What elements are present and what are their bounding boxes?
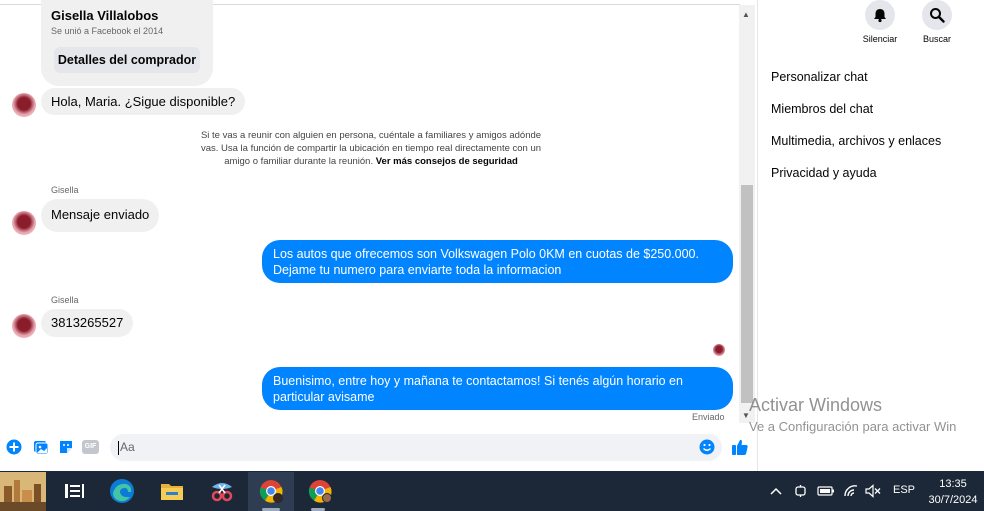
menu-customize-chat[interactable]: Personalizar chat xyxy=(771,70,868,84)
photo-icon[interactable] xyxy=(33,439,49,455)
chrome-profile-1-icon[interactable] xyxy=(257,477,285,505)
clock-date: 30/7/2024 xyxy=(928,494,978,506)
mute-label: Silenciar xyxy=(862,34,898,44)
battery-icon[interactable] xyxy=(817,485,835,497)
plus-circle-icon[interactable] xyxy=(6,439,22,455)
message-received: 3813265527 xyxy=(41,309,134,337)
message-received: Hola, Maria. ¿Sigue disponible? xyxy=(41,88,246,115)
thumbs-up-icon[interactable] xyxy=(731,438,749,456)
profile-joined: Se unió a Facebook el 2014 xyxy=(51,26,164,36)
message-input[interactable]: Aa xyxy=(110,434,722,461)
file-explorer-icon[interactable] xyxy=(158,477,186,505)
chat-scrollbar[interactable]: ▲ ▼ xyxy=(739,5,755,423)
message-sent: Buenisimo, entre hoy y mañana te contact… xyxy=(262,367,733,410)
windows-taskbar xyxy=(0,471,984,511)
menu-chat-members[interactable]: Miembros del chat xyxy=(771,102,873,116)
chat-thread: Gisella Villalobos Se unió a Facebook el… xyxy=(0,0,758,471)
edge-browser-icon[interactable] xyxy=(108,477,136,505)
avatar[interactable] xyxy=(12,211,36,235)
search-button[interactable] xyxy=(922,0,952,30)
scroll-up-arrow-icon[interactable]: ▲ xyxy=(742,10,750,19)
search-label: Buscar xyxy=(922,34,951,44)
bell-icon xyxy=(874,9,886,23)
search-icon xyxy=(930,8,945,23)
system-clock[interactable]: 13:35 30/7/2024 xyxy=(925,476,981,508)
safety-notice: Si te vas a reunir con alguien en person… xyxy=(192,129,550,168)
emoji-icon[interactable] xyxy=(699,439,715,455)
seen-avatar xyxy=(713,344,725,356)
safety-tips-link[interactable]: Ver más consejos de seguridad xyxy=(376,156,518,167)
sender-name: Gisella xyxy=(51,185,79,195)
snipping-tool-icon[interactable] xyxy=(208,477,236,505)
clock-time: 13:35 xyxy=(939,478,967,490)
desktop-thumbnail-icon[interactable] xyxy=(0,472,46,511)
avatar[interactable] xyxy=(12,314,36,338)
activation-watermark-subtitle: Ve a Configuración para activar Win xyxy=(749,419,957,434)
profile-name: Gisella Villalobos xyxy=(51,8,159,23)
input-language[interactable]: ESP xyxy=(893,484,915,496)
activation-watermark-title: Activar Windows xyxy=(749,395,883,415)
avatar[interactable] xyxy=(12,93,36,117)
message-sent: Los autos que ofrecemos son Volkswagen P… xyxy=(262,240,733,283)
wifi-icon[interactable] xyxy=(843,484,859,498)
chevron-up-icon[interactable] xyxy=(770,486,782,496)
menu-privacy-help[interactable]: Privacidad y ayuda xyxy=(771,166,877,180)
task-view-icon[interactable] xyxy=(60,477,88,505)
screen: Gisella Villalobos Se unió a Facebook el… xyxy=(0,0,984,511)
meet-now-icon[interactable] xyxy=(794,483,808,499)
volume-muted-icon[interactable] xyxy=(865,484,881,498)
mute-button[interactable] xyxy=(865,0,895,30)
message-received: Mensaje enviado xyxy=(41,199,160,232)
buyer-profile-card: Gisella Villalobos Se unió a Facebook el… xyxy=(41,0,213,86)
scrollbar-thumb[interactable] xyxy=(741,185,753,403)
chrome-profile-2-icon[interactable] xyxy=(306,477,334,505)
sticker-icon[interactable] xyxy=(58,439,74,455)
menu-media-files-links[interactable]: Multimedia, archivos y enlaces xyxy=(771,134,941,148)
sent-status: Enviado xyxy=(692,412,725,422)
gif-button[interactable]: GIF xyxy=(82,440,99,454)
buyer-details-button[interactable]: Detalles del comprador xyxy=(54,47,200,73)
sender-name: Gisella xyxy=(51,295,79,305)
